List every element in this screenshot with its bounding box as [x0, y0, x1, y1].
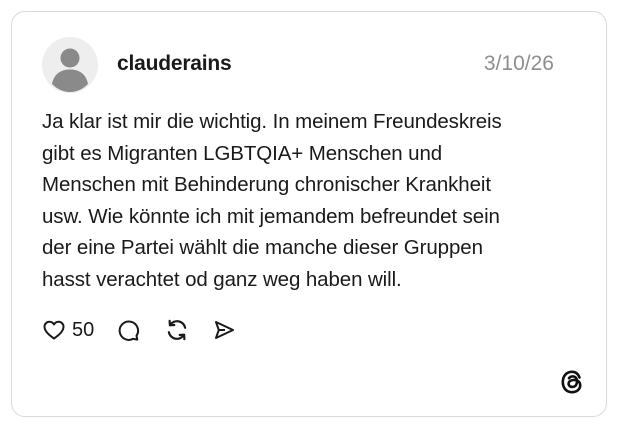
heart-icon[interactable]	[42, 318, 66, 342]
threads-logo-icon	[557, 367, 587, 397]
repost-arrows-icon[interactable]	[164, 317, 190, 343]
like-count: 50	[72, 318, 95, 341]
avatar[interactable]	[42, 37, 98, 93]
username[interactable]: clauderains	[117, 52, 232, 76]
send-arrow-icon[interactable]	[212, 318, 236, 342]
post-card: clauderains 3/10/26 Ja klar ist mir die …	[11, 11, 607, 417]
default-avatar-icon	[42, 37, 98, 93]
timestamp: 3/10/26	[483, 52, 554, 75]
action-bar: 50	[42, 315, 236, 345]
speech-bubble-icon[interactable]	[116, 318, 140, 342]
post-text: Ja klar ist mir die wichtig. In meinem F…	[42, 110, 502, 291]
